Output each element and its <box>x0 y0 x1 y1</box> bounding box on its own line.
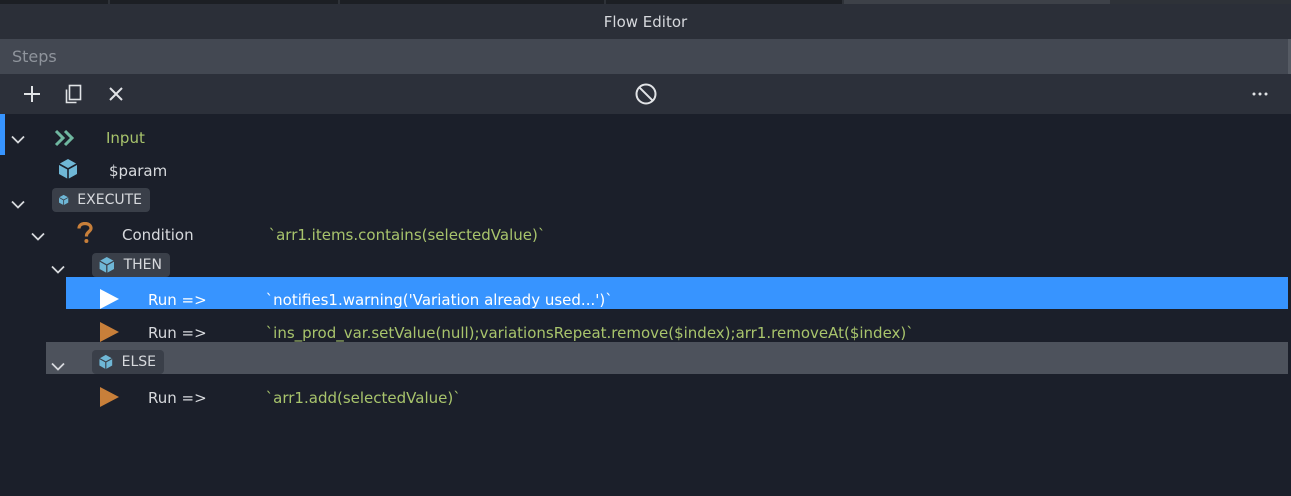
copy-icon <box>65 84 82 104</box>
copy-step-button[interactable] <box>61 74 85 114</box>
selection-highlight <box>66 277 1288 309</box>
param-label: $param <box>109 162 168 180</box>
chevron-down-icon[interactable] <box>50 358 66 374</box>
input-label: Input <box>106 129 145 147</box>
window-title: Flow Editor <box>603 12 688 31</box>
cube-icon <box>57 158 79 180</box>
condition-expression: `arr1.items.contains(selectedValue)` <box>268 226 546 244</box>
play-icon <box>99 289 119 309</box>
chevron-down-icon[interactable] <box>10 196 26 212</box>
run-keyword: Run => <box>148 389 207 407</box>
disable-step-button[interactable] <box>633 74 659 114</box>
run-expression: `notifies1.warning('Variation already us… <box>265 291 613 309</box>
hover-highlight <box>46 342 1288 374</box>
cube-icon <box>99 257 115 273</box>
run-expression: `ins_prod_var.setValue(null);variationsR… <box>265 324 914 342</box>
question-icon <box>76 222 94 244</box>
cube-icon <box>99 354 113 370</box>
tree-row-run-selected[interactable]: Run => `notifies1.warning('Variation alr… <box>0 277 1291 309</box>
run-keyword: Run => <box>148 291 207 309</box>
execute-label: EXECUTE <box>77 192 142 208</box>
close-icon <box>109 87 123 101</box>
tree-row-else[interactable]: ELSE <box>0 342 1291 374</box>
tree-row-condition[interactable]: Condition `arr1.items.contains(selectedV… <box>0 212 1291 244</box>
delete-step-button[interactable] <box>104 74 128 114</box>
run-keyword: Run => <box>148 324 207 342</box>
window-title-bar: Flow Editor <box>0 4 1291 39</box>
execute-badge[interactable]: EXECUTE <box>52 188 150 212</box>
play-icon <box>99 322 119 342</box>
then-label: THEN <box>123 257 162 273</box>
run-expression: `arr1.add(selectedValue)` <box>265 389 461 407</box>
steps-toolbar <box>0 74 1291 114</box>
chevron-down-icon[interactable] <box>30 228 46 244</box>
tree-row-run[interactable]: Run => `ins_prod_var.setValue(null);vari… <box>0 310 1291 342</box>
disable-icon <box>635 83 657 105</box>
input-chevrons-icon <box>54 129 76 147</box>
plus-icon <box>24 86 40 102</box>
tree-row-run[interactable]: Run => `arr1.add(selectedValue)` <box>0 375 1291 407</box>
more-horizontal-icon <box>1252 92 1268 96</box>
play-icon <box>99 387 119 407</box>
chevron-down-icon[interactable] <box>10 131 26 147</box>
then-badge[interactable]: THEN <box>92 253 170 277</box>
tree-row-param[interactable]: $param <box>0 148 1291 180</box>
steps-panel-title: Steps <box>12 47 57 66</box>
tree-row-execute[interactable]: EXECUTE <box>0 180 1291 212</box>
tree-row-then[interactable]: THEN <box>0 245 1291 277</box>
tree-row-input[interactable]: Input <box>0 115 1291 147</box>
else-badge[interactable]: ELSE <box>92 350 164 374</box>
condition-keyword: Condition <box>122 226 194 244</box>
more-options-button[interactable] <box>1250 74 1270 114</box>
else-label: ELSE <box>121 354 156 370</box>
chevron-down-icon[interactable] <box>50 261 66 277</box>
cube-icon <box>58 194 69 206</box>
steps-panel-header[interactable]: Steps <box>0 39 1291 74</box>
add-step-button[interactable] <box>20 74 44 114</box>
